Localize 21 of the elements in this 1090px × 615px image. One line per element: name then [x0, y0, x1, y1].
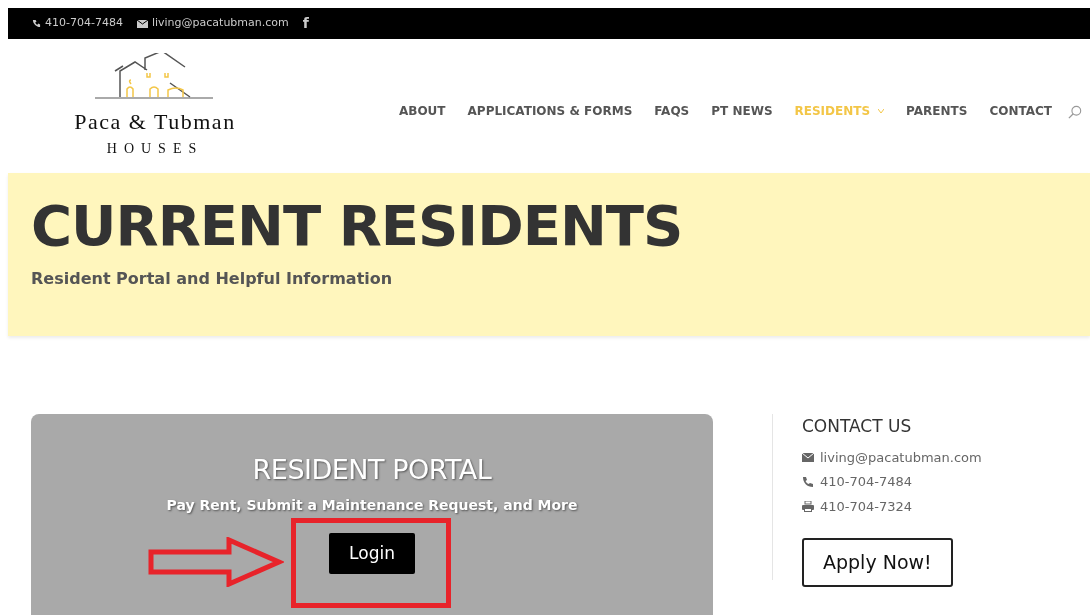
- contact-heading: CONTACT US: [802, 415, 913, 438]
- page-title: CURRENT RESIDENTS: [31, 195, 684, 257]
- contact-detail: 410-704-7324: [820, 497, 913, 516]
- portal-title: RESIDENT PORTAL: [252, 453, 492, 487]
- nav-link[interactable]: ABOUT: [399, 101, 446, 120]
- contact-detail: 410-704-7484: [820, 473, 913, 491]
- portal-subtitle: Pay Rent, Submit a Maintenance Request, and More: [166, 495, 578, 515]
- nav-link[interactable]: CONTACT: [989, 101, 1052, 120]
- nav-link[interactable]: PT NEWS: [711, 101, 773, 120]
- logo-title: Paca & Tubman: [74, 107, 236, 136]
- phone-number: 410-704-7484: [45, 15, 123, 32]
- email-address: living@pacatubman.com: [151, 15, 289, 32]
- contact-detail: living@pacatubman.com: [820, 448, 982, 467]
- nav-link[interactable]: FAQS: [654, 101, 690, 120]
- login-button[interactable]: Login: [329, 532, 415, 574]
- logo-subtitle: HOUSES: [106, 139, 204, 158]
- facebook-link[interactable]: f: [302, 13, 309, 34]
- nav-link[interactable]: APPLICATIONS & FORMS: [467, 101, 633, 120]
- page-subtitle: Resident Portal and Helpful Information: [31, 267, 394, 290]
- nav-link[interactable]: PARENTS: [906, 101, 968, 120]
- apply-button[interactable]: Apply Now!: [802, 538, 953, 587]
